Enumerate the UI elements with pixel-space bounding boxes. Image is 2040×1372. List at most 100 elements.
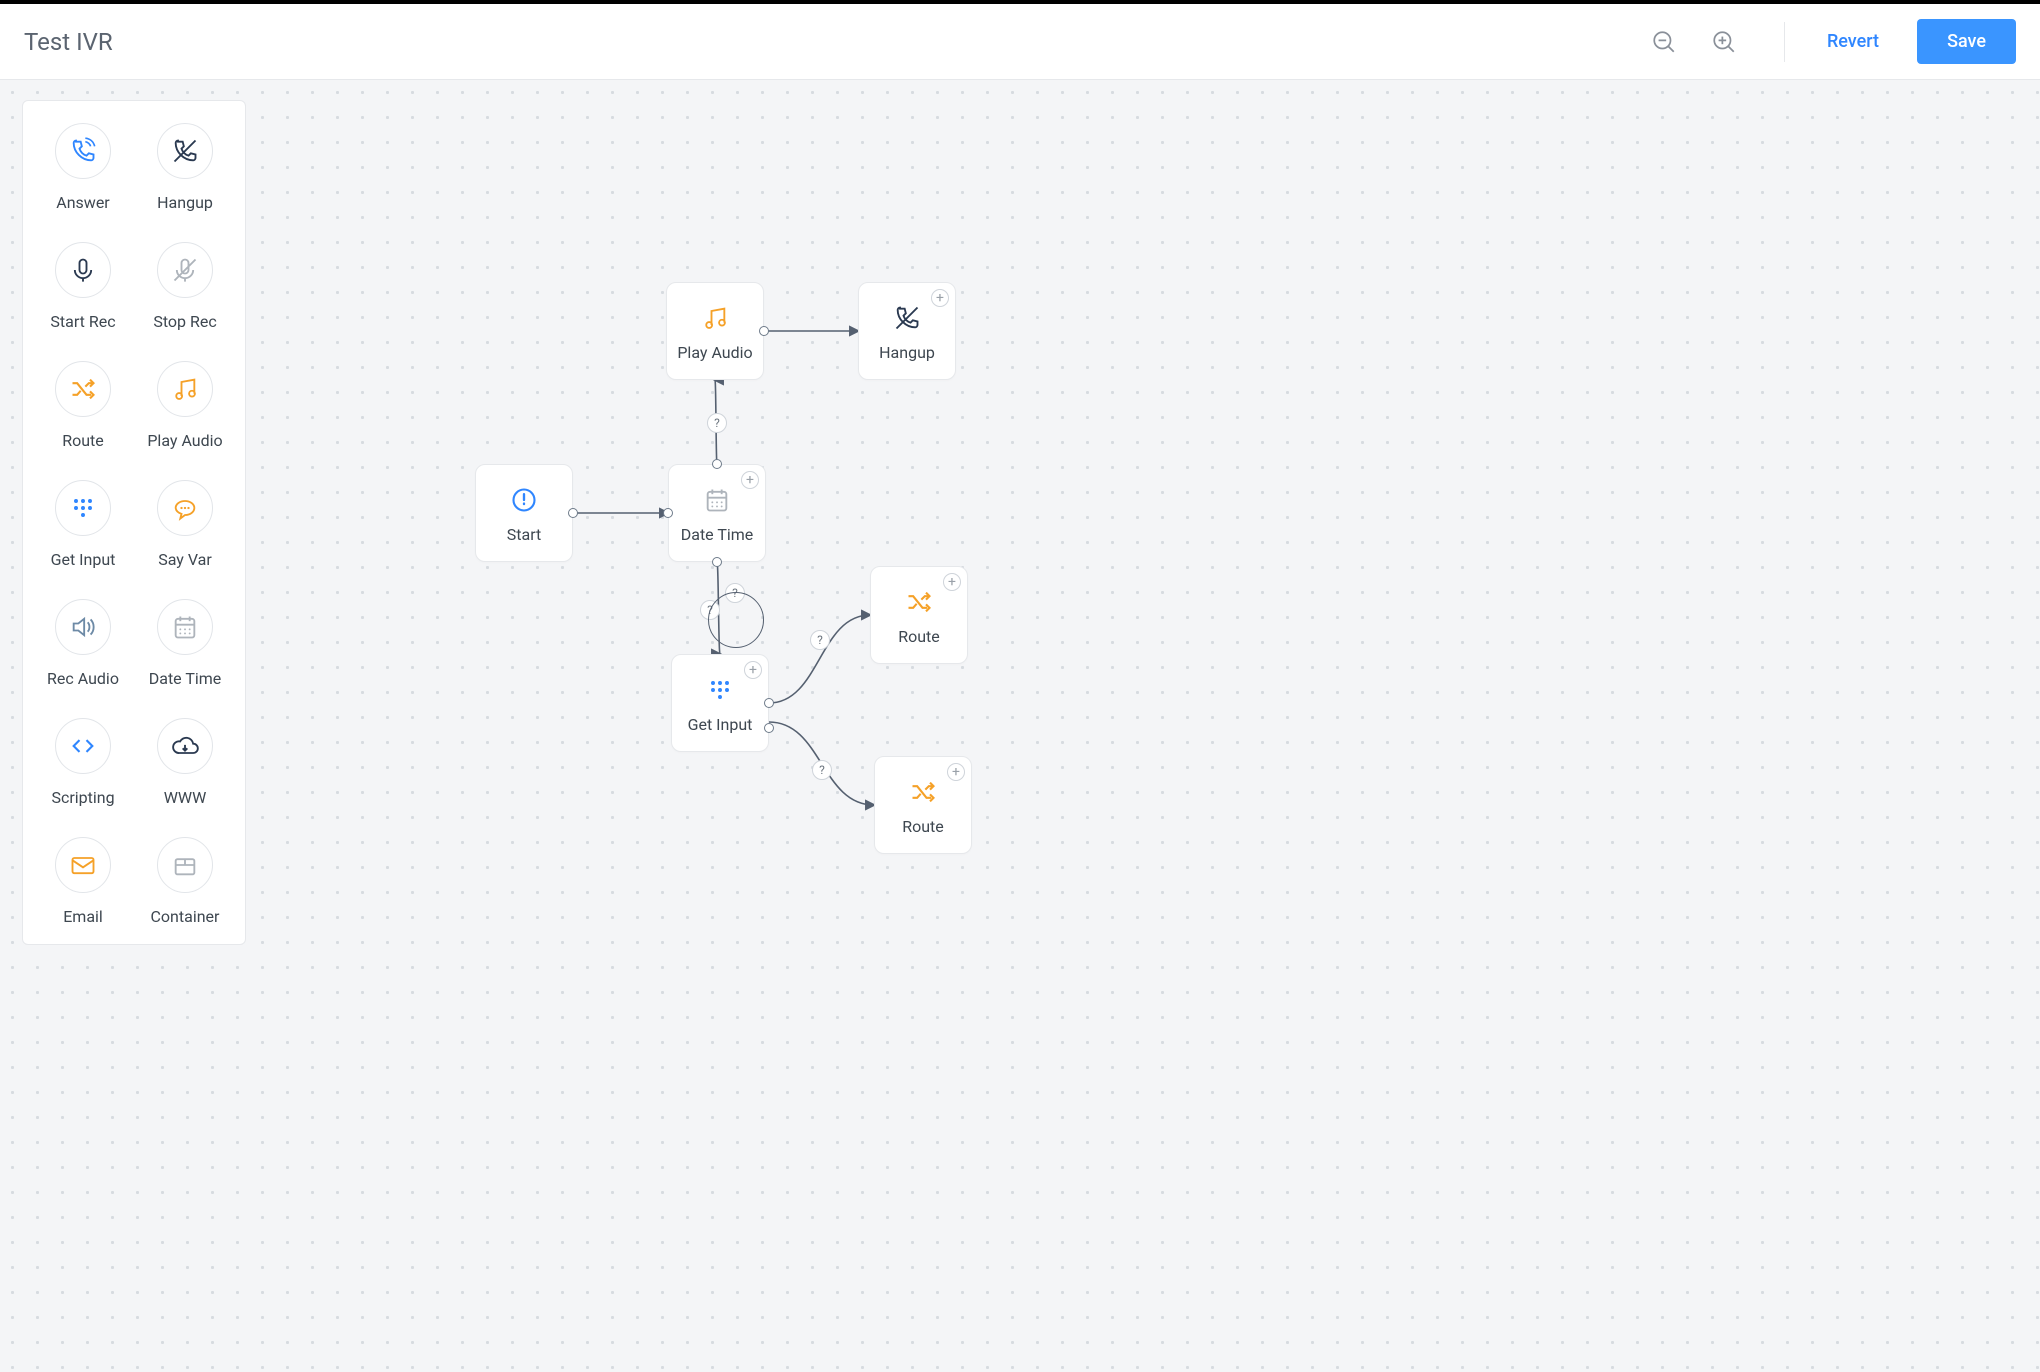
palette-item-scripting[interactable]: Scripting bbox=[35, 718, 131, 807]
zoom-in-button[interactable] bbox=[1708, 26, 1740, 58]
zoom-controls bbox=[1648, 26, 1740, 58]
keypad-icon bbox=[69, 494, 97, 522]
flow-node-route1[interactable]: + Route bbox=[870, 566, 968, 664]
palette-item-label: Answer bbox=[56, 193, 109, 212]
phone-ring-icon bbox=[69, 137, 97, 165]
edge-condition-label[interactable]: ? bbox=[707, 413, 727, 433]
flow-node-playaudio[interactable]: Play Audio bbox=[666, 282, 764, 380]
edge-condition-label[interactable]: ? bbox=[812, 760, 832, 780]
zoom-in-icon bbox=[1711, 29, 1737, 55]
palette-item-label: Start Rec bbox=[50, 312, 115, 331]
page-title: Test IVR bbox=[24, 28, 1648, 56]
palette-icon-circle bbox=[55, 361, 111, 417]
node-label: Hangup bbox=[879, 343, 935, 362]
node-label: Start bbox=[507, 525, 541, 544]
palette-item-label: Get Input bbox=[51, 550, 116, 569]
palette-item-label: Date Time bbox=[149, 669, 222, 688]
revert-button[interactable]: Revert bbox=[1807, 21, 1899, 62]
palette-icon-circle bbox=[55, 242, 111, 298]
node-icon-wrap bbox=[510, 483, 538, 517]
save-button[interactable]: Save bbox=[1917, 19, 2016, 64]
add-port-button[interactable]: + bbox=[741, 471, 759, 489]
add-port-button[interactable]: + bbox=[943, 573, 961, 591]
speech-icon bbox=[171, 494, 199, 522]
flow-node-start[interactable]: Start bbox=[475, 464, 573, 562]
node-icon-wrap bbox=[905, 585, 933, 619]
palette-icon-circle bbox=[55, 123, 111, 179]
palette-item-label: Rec Audio bbox=[47, 669, 119, 688]
canvas[interactable]: Answer Hangup Start Rec Stop Rec Route P… bbox=[0, 80, 2040, 1372]
node-label: Date Time bbox=[681, 525, 754, 544]
port-top[interactable] bbox=[712, 459, 722, 469]
flow-node-route2[interactable]: + Route bbox=[874, 756, 972, 854]
add-port-button[interactable]: + bbox=[931, 289, 949, 307]
zoom-out-icon bbox=[1651, 29, 1677, 55]
palette-icon-circle bbox=[157, 242, 213, 298]
shuffle-icon bbox=[905, 588, 933, 616]
add-port-button[interactable]: + bbox=[947, 763, 965, 781]
flow-node-getinput[interactable]: + Get Input bbox=[671, 654, 769, 752]
palette-icon-circle bbox=[157, 837, 213, 893]
port-right[interactable] bbox=[568, 508, 578, 518]
palette-icon-circle bbox=[55, 718, 111, 774]
palette-item-label: Scripting bbox=[51, 788, 114, 807]
node-icon-wrap bbox=[703, 483, 731, 517]
palette-item-label: Container bbox=[151, 907, 220, 926]
edge-condition-label[interactable]: ? bbox=[810, 630, 830, 650]
mic-off-icon bbox=[171, 256, 199, 284]
node-icon-wrap bbox=[706, 673, 734, 707]
palette-item-play-audio[interactable]: Play Audio bbox=[137, 361, 233, 450]
add-port-button[interactable]: + bbox=[744, 661, 762, 679]
palette-icon-circle bbox=[157, 599, 213, 655]
palette-item-label: WWW bbox=[164, 788, 207, 807]
port-left[interactable] bbox=[663, 508, 673, 518]
shuffle-icon bbox=[69, 375, 97, 403]
shuffle-icon bbox=[909, 778, 937, 806]
palette-item-date-time[interactable]: Date Time bbox=[137, 599, 233, 688]
mail-icon bbox=[69, 851, 97, 879]
music-icon bbox=[171, 375, 199, 403]
node-icon-wrap bbox=[909, 775, 937, 809]
palette-item-say-var[interactable]: Say Var bbox=[137, 480, 233, 569]
node-label: Route bbox=[898, 627, 940, 646]
port-right-extra[interactable] bbox=[764, 723, 774, 733]
flow-node-hangup[interactable]: + Hangup bbox=[858, 282, 956, 380]
palette-item-answer[interactable]: Answer bbox=[35, 123, 131, 212]
palette-item-label: Stop Rec bbox=[153, 312, 216, 331]
dot-grid bbox=[0, 80, 2040, 1372]
palette-item-route[interactable]: Route bbox=[35, 361, 131, 450]
palette-item-get-input[interactable]: Get Input bbox=[35, 480, 131, 569]
palette-icon-circle bbox=[157, 480, 213, 536]
node-label: Route bbox=[902, 817, 944, 836]
palette-item-label: Play Audio bbox=[147, 431, 222, 450]
node-palette: Answer Hangup Start Rec Stop Rec Route P… bbox=[22, 100, 246, 945]
zoom-out-button[interactable] bbox=[1648, 26, 1680, 58]
palette-icon-circle bbox=[157, 718, 213, 774]
palette-icon-circle bbox=[157, 361, 213, 417]
box-icon bbox=[171, 851, 199, 879]
palette-item-container[interactable]: Container bbox=[137, 837, 233, 926]
node-icon-wrap bbox=[893, 301, 921, 335]
palette-icon-circle bbox=[55, 837, 111, 893]
edge-loop bbox=[708, 592, 764, 648]
palette-item-rec-audio[interactable]: Rec Audio bbox=[35, 599, 131, 688]
palette-item-stop-rec[interactable]: Stop Rec bbox=[137, 242, 233, 331]
port-right[interactable] bbox=[759, 326, 769, 336]
port-right[interactable] bbox=[764, 698, 774, 708]
palette-item-email[interactable]: Email bbox=[35, 837, 131, 926]
palette-item-label: Route bbox=[62, 431, 104, 450]
palette-item-start-rec[interactable]: Start Rec bbox=[35, 242, 131, 331]
code-icon bbox=[69, 732, 97, 760]
port-bottom[interactable] bbox=[712, 557, 722, 567]
phone-off-icon bbox=[893, 304, 921, 332]
palette-item-label: Email bbox=[63, 907, 103, 926]
cloud-dl-icon bbox=[171, 732, 199, 760]
node-label: Play Audio bbox=[677, 343, 752, 362]
music-icon bbox=[701, 304, 729, 332]
speaker-icon bbox=[69, 613, 97, 641]
palette-item-hangup[interactable]: Hangup bbox=[137, 123, 233, 212]
calendar-icon bbox=[703, 486, 731, 514]
calendar-icon bbox=[171, 613, 199, 641]
palette-item-www[interactable]: WWW bbox=[137, 718, 233, 807]
flow-node-datetime[interactable]: + Date Time bbox=[668, 464, 766, 562]
